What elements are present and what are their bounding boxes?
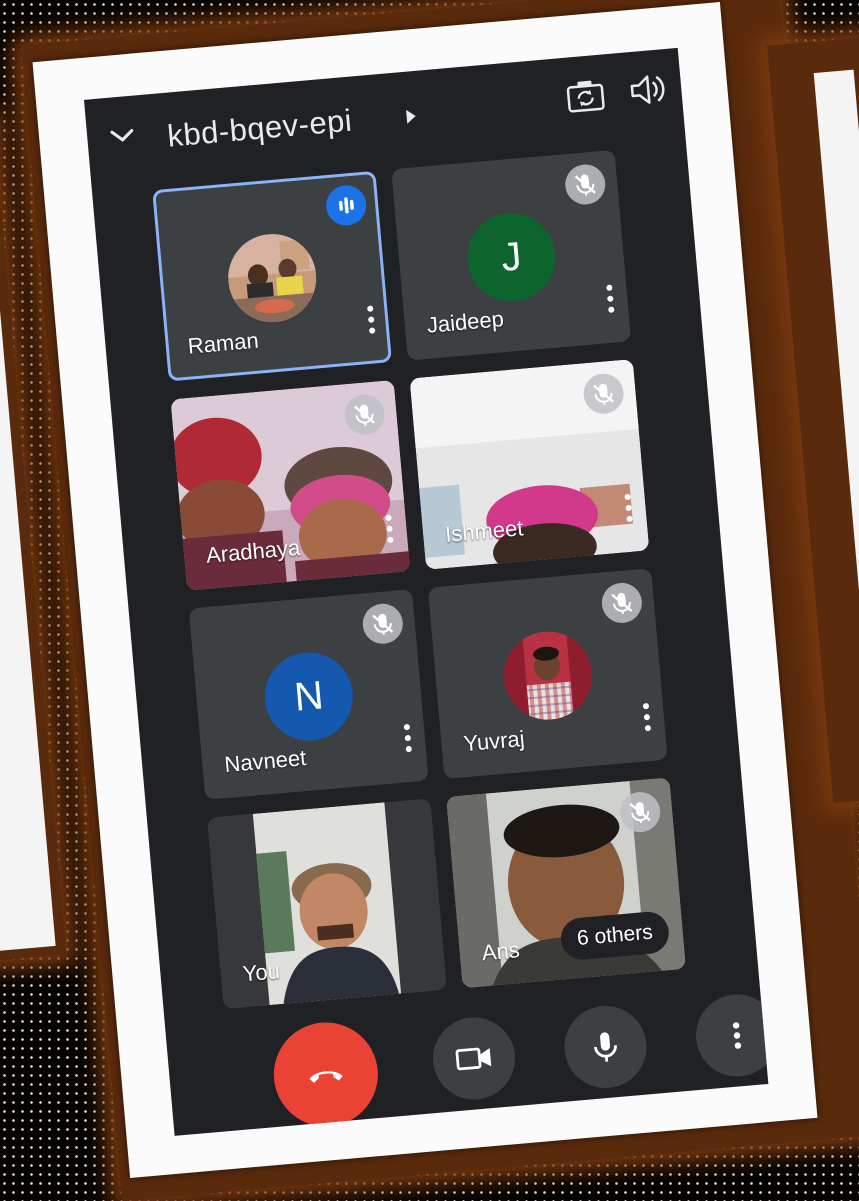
participant-tile[interactable]: J Jaideep: [391, 150, 631, 361]
speaker-icon[interactable]: [626, 69, 669, 110]
mic-off-icon: [564, 163, 607, 206]
participant-tile[interactable]: Aradhaya: [170, 380, 410, 591]
meet-screen: kbd-bqev-epi: [84, 48, 768, 1136]
mic-off-icon: [600, 581, 643, 624]
more-options-icon[interactable]: [404, 724, 412, 752]
participant-name: Raman: [187, 328, 260, 360]
avatar: N: [261, 649, 356, 744]
participant-tile[interactable]: Yuvraj: [428, 568, 668, 779]
mic-off-icon: [361, 602, 404, 645]
end-call-button[interactable]: [270, 1018, 383, 1131]
more-options-icon[interactable]: [643, 703, 651, 731]
participant-name: Navneet: [223, 745, 307, 778]
participant-name: Yuvraj: [462, 726, 525, 757]
avatar: [500, 628, 595, 723]
video-camera-icon: [450, 1035, 498, 1083]
participant-name: Jaideep: [426, 306, 505, 339]
participant-tile[interactable]: N Navneet: [189, 589, 429, 800]
avatar: [225, 230, 320, 325]
mic-toggle-button[interactable]: [561, 1003, 650, 1092]
camera-flip-icon[interactable]: [564, 76, 607, 115]
more-options-button[interactable]: [693, 991, 769, 1080]
avatar: J: [464, 210, 559, 305]
more-options-icon[interactable]: [606, 285, 614, 313]
camera-toggle-button[interactable]: [430, 1014, 519, 1103]
mic-off-icon: [343, 393, 386, 436]
participant-tile[interactable]: Raman: [152, 171, 392, 382]
hang-up-icon: [299, 1047, 353, 1101]
photo-card: kbd-bqev-epi: [33, 2, 818, 1178]
meeting-code[interactable]: kbd-bqev-epi: [166, 103, 354, 155]
avatar-letter: J: [499, 234, 523, 281]
more-vert-icon: [713, 1012, 761, 1060]
avatar-letter: N: [292, 673, 325, 720]
participant-tile[interactable]: Ishmeet: [410, 359, 650, 570]
mic-off-icon: [619, 790, 662, 833]
chevron-down-icon[interactable]: [104, 117, 141, 154]
microphone-icon: [582, 1023, 630, 1071]
more-options-icon[interactable]: [367, 305, 375, 333]
speaking-indicator-icon: [325, 184, 368, 227]
mic-off-icon: [582, 372, 625, 415]
meeting-info-arrow-icon[interactable]: [406, 109, 416, 124]
